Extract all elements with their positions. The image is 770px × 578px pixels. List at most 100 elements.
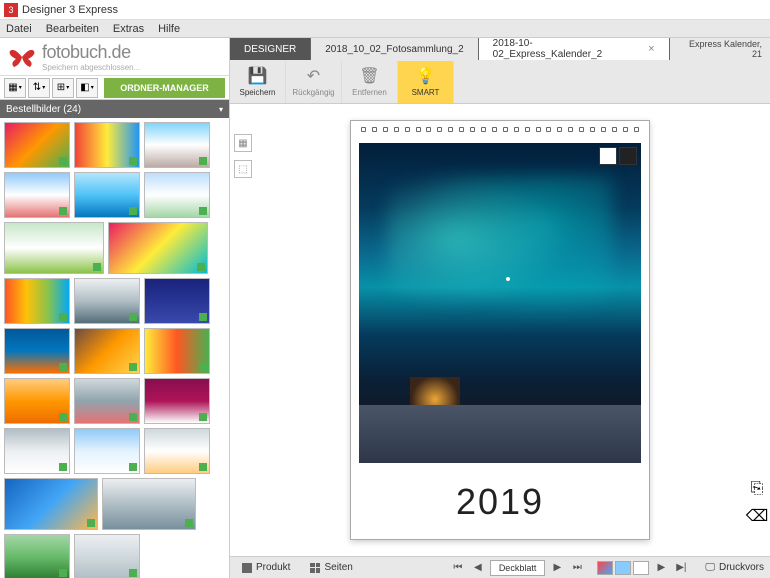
page-nav: ⏮ ◀ Deckblatt ▶ ⏭ ▶ ▶| 🖵 Druckvors	[450, 560, 764, 576]
used-badge-icon	[87, 519, 95, 527]
workarea: DESIGNER 2018_10_02_Fotosammlung_2 2018-…	[230, 38, 770, 578]
view-blue-icon[interactable]	[615, 561, 631, 575]
layout-button[interactable]: ⊞▾	[52, 78, 74, 98]
menu-extras[interactable]: Extras	[113, 23, 144, 35]
undo-button[interactable]: ↶ Rückgängig	[286, 61, 342, 103]
thumbnail[interactable]	[74, 534, 140, 578]
used-badge-icon	[129, 463, 137, 471]
delete-icon[interactable]: ⌫	[746, 506, 769, 526]
thumbnail[interactable]	[4, 534, 70, 578]
thumbnail[interactable]	[102, 478, 196, 530]
menu-help[interactable]: Hilfe	[158, 23, 180, 35]
menu-file[interactable]: Datei	[6, 23, 32, 35]
deckblatt-indicator[interactable]: Deckblatt	[490, 560, 546, 576]
thumbnail[interactable]	[74, 122, 140, 168]
grid-icon	[310, 563, 320, 573]
thumbnail[interactable]	[4, 172, 70, 218]
thumbnail-grid	[4, 122, 225, 578]
thumbnail[interactable]	[144, 378, 210, 424]
thumbnail[interactable]	[74, 328, 140, 374]
menu-edit[interactable]: Bearbeiten	[46, 23, 99, 35]
used-badge-icon	[129, 157, 137, 165]
sidebar-toolbar: ▦▾ ⇅▾ ⊞▾ ◧▾ ORDNER-MANAGER	[0, 76, 229, 100]
tab-designer[interactable]: DESIGNER	[230, 38, 311, 60]
frame-button[interactable]: ◧▾	[76, 78, 98, 98]
used-badge-icon	[59, 313, 67, 321]
sort-button[interactable]: ⇅▾	[28, 78, 50, 98]
cover-photo[interactable]	[359, 143, 641, 463]
print-preview-button[interactable]: 🖵 Druckvors	[705, 562, 764, 573]
next-page-icon[interactable]: ▶	[549, 560, 565, 576]
smart-button[interactable]: 💡 SMART	[398, 61, 454, 103]
brand-text: fotobuch.de	[42, 42, 140, 63]
grid-view-button[interactable]: ▦▾	[4, 78, 26, 98]
copy-icon[interactable]: ⎘	[751, 480, 764, 498]
produkt-label: Produkt	[256, 562, 290, 573]
year-text[interactable]: 2019	[359, 481, 641, 523]
first-page-icon[interactable]: ⏮	[450, 560, 466, 576]
last-page-icon[interactable]: ⏭	[569, 560, 585, 576]
thumbnail[interactable]	[74, 428, 140, 474]
used-badge-icon	[199, 157, 207, 165]
thumbnail[interactable]	[144, 278, 210, 324]
thumbnail[interactable]	[4, 278, 70, 324]
image-tool-icon[interactable]: ▦	[234, 134, 252, 152]
menubar: Datei Bearbeiten Extras Hilfe	[0, 20, 770, 38]
thumbnail[interactable]	[4, 222, 104, 274]
section-header[interactable]: Bestellbilder (24) ▾	[0, 100, 229, 118]
crop-tool-icon[interactable]: ⬚	[234, 160, 252, 178]
play-end-icon[interactable]: ▶|	[673, 560, 689, 576]
thumbnail[interactable]	[74, 278, 140, 324]
left-tools: ▦ ⬚	[230, 104, 256, 556]
close-icon[interactable]: ×	[648, 43, 654, 55]
prev-page-icon[interactable]: ◀	[470, 560, 486, 576]
view-color-icon[interactable]	[597, 561, 613, 575]
section-title: Bestellbilder (24)	[6, 104, 81, 115]
thumbnail[interactable]	[144, 328, 210, 374]
remove-button[interactable]: 🗑 Entfernen	[342, 61, 398, 103]
thumbnail[interactable]	[144, 428, 210, 474]
thumbnail[interactable]	[108, 222, 208, 274]
binding-holes	[361, 127, 639, 135]
save-button[interactable]: 💾 Speichern	[230, 61, 286, 103]
thumbnail[interactable]	[144, 172, 210, 218]
thumbnail[interactable]	[74, 378, 140, 424]
produkt-button[interactable]: Produkt	[236, 560, 296, 575]
thumbnail[interactable]	[4, 378, 70, 424]
canvas-area: ▦ ⬚ 2019 ⎘	[230, 104, 770, 556]
thumbnail[interactable]	[144, 122, 210, 168]
remove-label: Entfernen	[352, 88, 387, 97]
seiten-button[interactable]: Seiten	[304, 560, 358, 575]
folder-manager-button[interactable]: ORDNER-MANAGER	[104, 78, 225, 98]
tabbar: DESIGNER 2018_10_02_Fotosammlung_2 2018-…	[230, 38, 770, 60]
used-badge-icon	[199, 413, 207, 421]
used-badge-icon	[59, 363, 67, 371]
bottom-bar: Produkt Seiten ⏮ ◀ Deckblatt ▶ ⏭ ▶ ▶|	[230, 556, 770, 578]
thumbnail[interactable]	[4, 122, 70, 168]
tab-kalender[interactable]: 2018-10-02_Express_Kalender_2 ×	[479, 38, 670, 60]
thumbnail[interactable]	[74, 172, 140, 218]
used-badge-icon	[199, 313, 207, 321]
thumbnail[interactable]	[4, 428, 70, 474]
status-text: Speichern abgeschlossen...	[42, 63, 140, 72]
tab-fotosammlung[interactable]: 2018_10_02_Fotosammlung_2	[311, 38, 478, 60]
tab-label: 2018-10-02_Express_Kalender_2	[493, 38, 640, 60]
bulb-icon: 💡	[416, 66, 436, 86]
app-icon: 3	[4, 3, 18, 17]
used-badge-icon	[129, 569, 137, 577]
thumbnail[interactable]	[4, 328, 70, 374]
qr-codes	[599, 147, 637, 165]
thumbnail[interactable]	[4, 478, 98, 530]
undo-label: Rückgängig	[292, 88, 334, 97]
calendar-page[interactable]: 2019	[350, 120, 650, 540]
play-icon[interactable]: ▶	[653, 560, 669, 576]
snow-graphic	[359, 405, 641, 463]
info-line1: Express Kalender, 21	[678, 40, 762, 60]
used-badge-icon	[199, 363, 207, 371]
view-white-icon[interactable]	[633, 561, 649, 575]
used-badge-icon	[59, 207, 67, 215]
print-label: Druckvors	[719, 562, 764, 573]
thumbnail-scroll[interactable]	[0, 118, 229, 578]
used-badge-icon	[93, 263, 101, 271]
window-title: Designer 3 Express	[22, 4, 118, 16]
